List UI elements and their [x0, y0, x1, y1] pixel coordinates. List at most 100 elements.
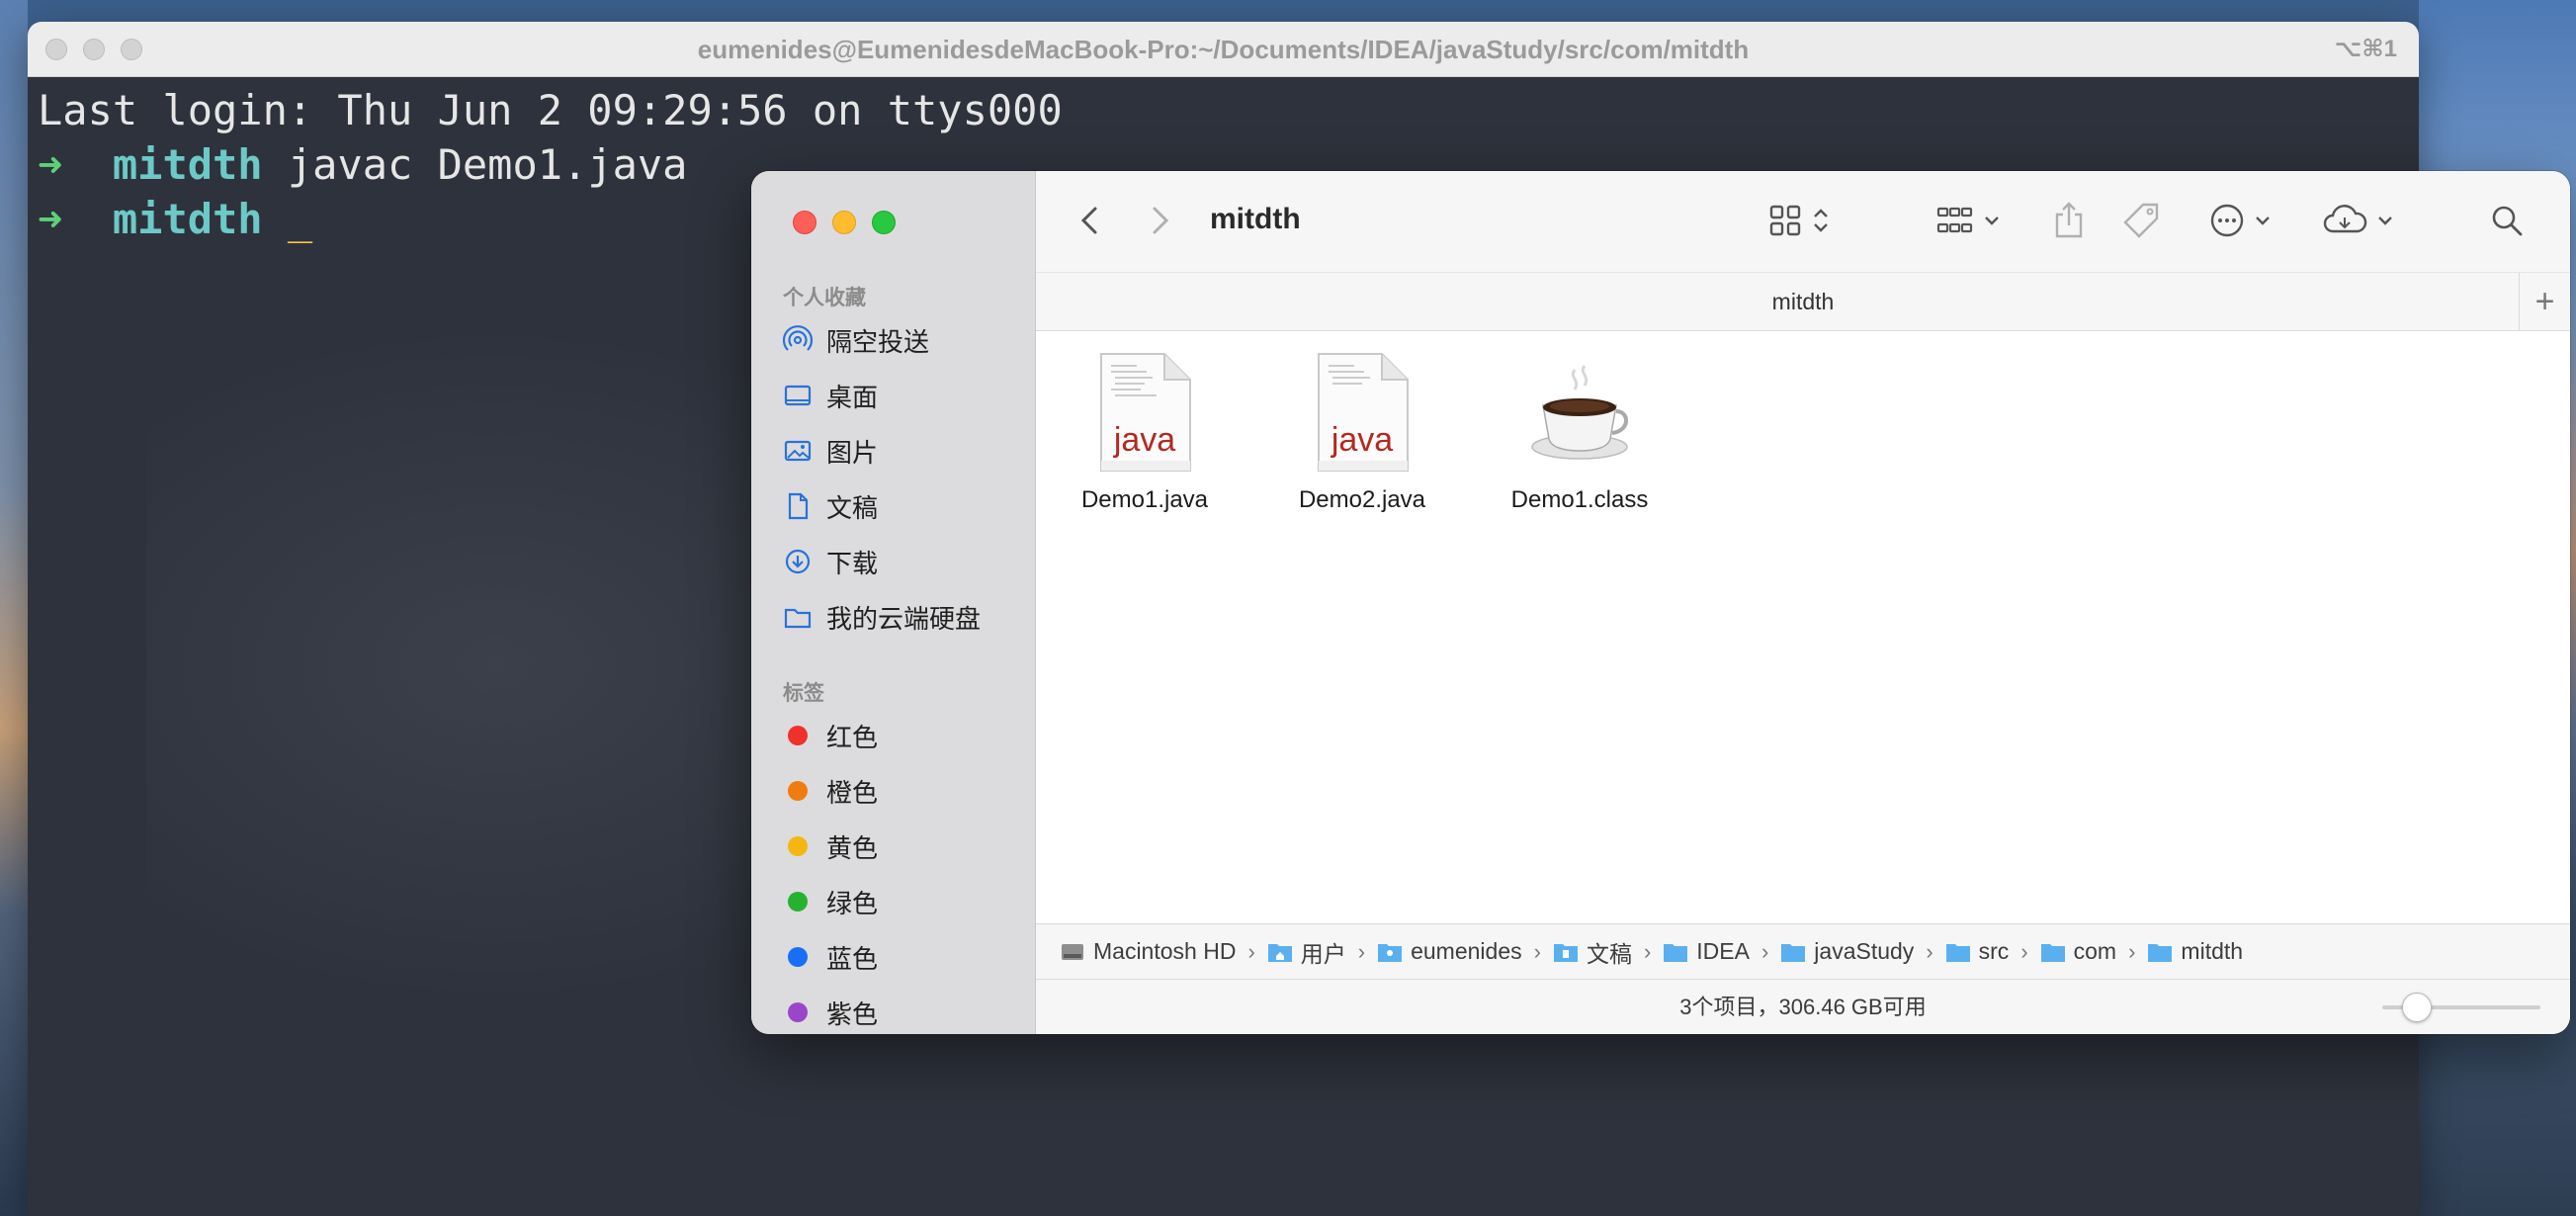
java-file-icon: java: [1097, 352, 1192, 473]
breadcrumb-label: src: [1978, 938, 2010, 964]
chevron-down-icon: [2256, 217, 2270, 225]
breadcrumb-item[interactable]: mitdth: [2147, 938, 2243, 965]
chevron-right-icon: [1153, 207, 1169, 234]
desktop-wallpaper-left: [0, 0, 28, 1216]
breadcrumb-separator-icon: ›: [1533, 938, 1541, 964]
breadcrumb-label: com: [2073, 938, 2117, 964]
tab-title[interactable]: mitdth: [1772, 289, 1835, 314]
breadcrumb-label: Macintosh HD: [1093, 938, 1237, 964]
terminal-cursor: _: [287, 195, 313, 243]
breadcrumb-item[interactable]: Macintosh HD: [1060, 938, 1236, 965]
tag-dot-icon: [788, 726, 808, 745]
breadcrumb-separator-icon: ›: [1643, 938, 1652, 964]
documents-icon: [783, 491, 813, 521]
sidebar-favorites-title: 个人收藏: [783, 287, 866, 309]
share-button[interactable]: [2052, 199, 2086, 242]
status-text: 3个项目，306.46 GB可用: [1679, 995, 1927, 1019]
sidebar-item-documents[interactable]: 文稿: [783, 483, 1030, 529]
file-item[interactable]: java Demo1.java: [1046, 352, 1244, 514]
path-bar: Macintosh HD › 用户 › eumenides › 文稿 › IDE…: [1036, 923, 2570, 979]
folder-icon: [1781, 943, 1806, 962]
cloud-sync-button[interactable]: [2321, 199, 2394, 242]
sidebar-tag-red[interactable]: 红色: [783, 713, 1030, 758]
sidebar-item-label: 绿色: [826, 888, 879, 918]
icon-size-slider[interactable]: [2382, 993, 2540, 1022]
finder-zoom-button[interactable]: [872, 211, 896, 234]
breadcrumb-label: javaStudy: [1814, 938, 1915, 964]
folder-icon: [783, 602, 813, 632]
breadcrumb-separator-icon: ›: [1357, 938, 1366, 964]
chevron-left-icon: [1080, 207, 1097, 234]
prompt-directory: mitdth: [112, 195, 263, 243]
breadcrumb-item[interactable]: javaStudy: [1780, 938, 1914, 965]
file-item[interactable]: java Demo2.java: [1263, 352, 1461, 514]
search-icon: [2492, 206, 2523, 236]
breadcrumb-item[interactable]: 文稿: [1553, 935, 1632, 969]
sidebar-item-airdrop[interactable]: 隔空投送: [783, 317, 1030, 363]
sidebar-item-cloud-drive[interactable]: 我的云端硬盘: [783, 594, 1030, 640]
sidebar-item-label: 桌面: [826, 382, 879, 412]
user-folder-icon: [1378, 943, 1403, 962]
file-type-badge: java: [1331, 421, 1394, 459]
breadcrumb-item[interactable]: IDEA: [1663, 938, 1750, 965]
sidebar-item-label: 图片: [826, 437, 879, 468]
finder-file-area[interactable]: java Demo1.java java Demo2.java Demo1.cl…: [1036, 332, 2570, 923]
breadcrumb-item[interactable]: 用户: [1267, 935, 1346, 969]
more-actions-button[interactable]: [2208, 199, 2272, 242]
finder-tab-bar: mitdth +: [1036, 272, 2570, 331]
sidebar-item-label: 紫色: [826, 999, 879, 1029]
file-name: Demo2.java: [1298, 486, 1426, 513]
prompt-directory: mitdth: [112, 140, 263, 189]
sidebar-item-downloads[interactable]: 下载: [783, 539, 1030, 584]
breadcrumb-label: eumenides: [1411, 938, 1522, 964]
hard-drive-icon: [1062, 943, 1083, 960]
file-item[interactable]: Demo1.class: [1481, 352, 1678, 514]
finder-main: mitdth mitdth + java Demo1.java java Dem…: [1036, 171, 2570, 1034]
finder-toolbar: mitdth: [1036, 171, 2570, 272]
finder-minimize-button[interactable]: [832, 211, 856, 234]
breadcrumb-label: mitdth: [2181, 938, 2244, 964]
view-mode-button[interactable]: [1767, 199, 1831, 242]
finder-window-controls: [793, 211, 896, 234]
java-file-icon: java: [1315, 352, 1410, 473]
slider-knob[interactable]: [2401, 993, 2432, 1022]
sidebar-tag-purple[interactable]: 紫色: [783, 990, 1030, 1034]
grid-view-icon: [1769, 205, 1801, 236]
forward-button[interactable]: [1145, 201, 1174, 245]
sidebar-tag-green[interactable]: 绿色: [783, 879, 1030, 924]
sidebar-tag-yellow[interactable]: 黄色: [783, 824, 1030, 869]
sidebar-tag-blue[interactable]: 蓝色: [783, 934, 1030, 980]
breadcrumb-item[interactable]: eumenides: [1377, 938, 1522, 965]
pictures-icon: [783, 436, 813, 466]
breadcrumb-item[interactable]: com: [2040, 938, 2116, 965]
tag-button[interactable]: [2121, 199, 2161, 242]
search-button[interactable]: [2489, 199, 2525, 242]
finder-close-button[interactable]: [793, 211, 816, 234]
sidebar-tags-title: 标签: [783, 682, 824, 705]
sidebar-tag-orange[interactable]: 橙色: [783, 768, 1030, 814]
breadcrumb-separator-icon: ›: [2020, 938, 2028, 964]
folder-icon: [2040, 943, 2065, 962]
prompt-arrow-icon: ➜: [38, 140, 63, 189]
finder-window[interactable]: 个人收藏 隔空投送 桌面 图片 文稿 下载 我的云端硬盘 标签 红色 橙色 黄色…: [751, 171, 2570, 1034]
tag-dot-icon: [788, 892, 808, 912]
sidebar-item-desktop[interactable]: 桌面: [783, 373, 1030, 418]
breadcrumb-separator-icon: ›: [1760, 938, 1769, 964]
terminal-shortcut-label: ⌥⌘1: [2334, 36, 2397, 62]
back-button[interactable]: [1075, 201, 1105, 245]
group-button[interactable]: [1935, 199, 2001, 242]
documents-folder-icon: [1553, 943, 1578, 962]
folder-icon: [1945, 943, 1970, 962]
coffee-cup-icon: [1525, 352, 1634, 473]
file-name: Demo1.java: [1080, 486, 1209, 513]
sidebar-item-label: 隔空投送: [826, 326, 930, 357]
sidebar-item-pictures[interactable]: 图片: [783, 428, 1030, 474]
terminal-titlebar[interactable]: eumenides@EumenidesdeMacBook-Pro:~/Docum…: [28, 22, 2419, 77]
terminal-title: eumenides@EumenidesdeMacBook-Pro:~/Docum…: [697, 35, 1750, 64]
sidebar-item-label: 文稿: [826, 492, 879, 523]
folder-icon: [1664, 943, 1688, 962]
breadcrumb-label: IDEA: [1696, 938, 1750, 964]
breadcrumb-item[interactable]: src: [1945, 938, 2010, 965]
new-tab-button[interactable]: +: [2519, 273, 2570, 330]
breadcrumb-separator-icon: ›: [1926, 938, 1933, 964]
